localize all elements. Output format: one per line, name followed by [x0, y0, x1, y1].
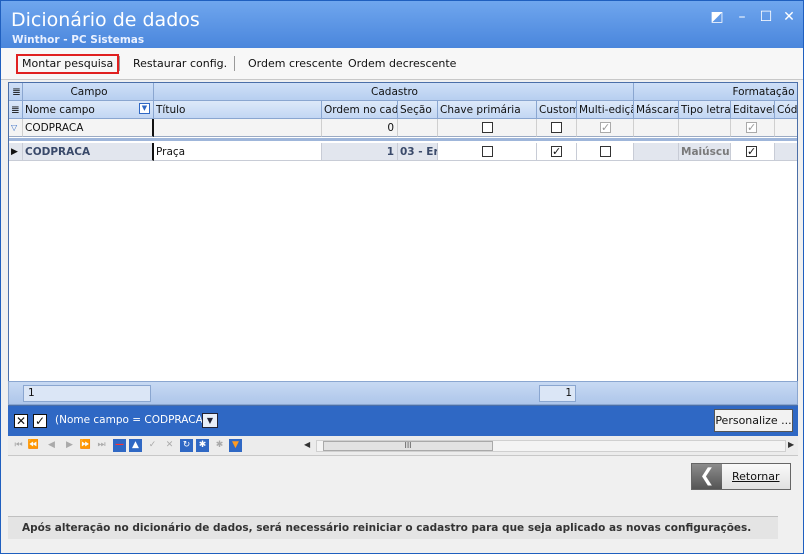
filter-funnel-icon[interactable]: ▼	[139, 103, 150, 114]
column-tipo-letra[interactable]: Tipo letra	[679, 101, 731, 119]
toolbar: Montar pesquisa Restaurar config. Ordem …	[1, 48, 803, 80]
bookmark-icon[interactable]: ✱	[196, 439, 209, 452]
retornar-button[interactable]: ❮ Retornar	[691, 463, 791, 490]
row-indicator-icon: ▶	[9, 143, 23, 161]
row-tipo-letra[interactable]: Maiúscu	[679, 143, 731, 161]
filter-custom[interactable]	[537, 119, 577, 137]
cancel-edit-icon[interactable]: ✕	[163, 439, 176, 452]
row-ordem[interactable]: 1	[322, 143, 398, 161]
filter-chave-primaria[interactable]	[438, 119, 537, 137]
column-multi-edicao[interactable]: Multi-ediçã	[577, 101, 634, 119]
montar-pesquisa-button[interactable]: Montar pesquisa	[16, 54, 120, 74]
status-message: Após alteração no dicionário de dados, s…	[8, 516, 778, 539]
prev-record-icon[interactable]: ◀	[45, 439, 58, 452]
filter-mascara[interactable]	[634, 119, 679, 137]
filter-cod[interactable]	[775, 119, 797, 137]
filter-chave-checkbox[interactable]	[482, 122, 493, 133]
row-cod[interactable]	[775, 143, 797, 161]
row-editavel[interactable]	[731, 143, 775, 161]
restore-icon[interactable]: ◩	[709, 9, 725, 25]
filter-row-icon: ▽	[9, 119, 23, 137]
filter-separator	[9, 138, 797, 141]
filter-ordem[interactable]: 0	[322, 119, 398, 137]
band-cadastro[interactable]: Cadastro	[154, 83, 634, 101]
row-editavel-checkbox[interactable]	[746, 143, 757, 160]
minimize-icon[interactable]: –	[734, 9, 750, 25]
column-custom[interactable]: Custom	[537, 101, 577, 119]
row-custom-checkbox[interactable]	[551, 143, 562, 160]
column-mascara[interactable]: Máscara	[634, 101, 679, 119]
maximize-icon[interactable]: ☐	[758, 9, 774, 25]
row-secao[interactable]: 03 - Er	[398, 143, 438, 161]
filter-tipo-letra[interactable]	[679, 119, 731, 137]
column-chave-primaria[interactable]: Chave primária	[438, 101, 537, 119]
row-chave-primaria[interactable]	[438, 143, 537, 161]
row-titulo[interactable]: Praça	[154, 143, 322, 161]
column-nome-campo[interactable]: Nome campo ▼	[23, 101, 154, 119]
footer-count-left: 1	[23, 385, 151, 402]
next-record-icon[interactable]: ▶	[63, 439, 76, 452]
filter-editavel[interactable]	[731, 119, 775, 137]
refresh-icon[interactable]: ↻	[180, 439, 193, 452]
next-page-icon[interactable]: ⏩	[79, 439, 92, 452]
filter-dropdown-icon[interactable]: ▼	[202, 413, 218, 428]
filter-nome-campo[interactable]: CODPRACA	[23, 119, 154, 137]
column-secao[interactable]: Seção	[398, 101, 438, 119]
scroll-left-icon[interactable]: ◀	[304, 440, 314, 452]
column-cod[interactable]: Cód	[775, 101, 797, 119]
title-bar[interactable]: Dicionário de dados Winthor - PC Sistema…	[1, 1, 803, 48]
last-page-icon[interactable]: ⏭	[95, 439, 108, 452]
footer-count-right: 1	[539, 385, 576, 402]
row-chave-checkbox[interactable]	[482, 146, 493, 157]
column-ordem[interactable]: Ordem no cada	[322, 101, 398, 119]
window-title: Dicionário de dados	[11, 9, 200, 31]
clear-filter-icon[interactable]: ✕	[14, 414, 28, 428]
ordem-crescente-button[interactable]: Ordem crescente	[244, 54, 347, 74]
post-edit-icon[interactable]: ✓	[146, 439, 159, 452]
restaurar-config-button[interactable]: Restaurar config.	[129, 54, 231, 74]
filter-expression[interactable]: (Nome campo = CODPRACA)	[55, 414, 207, 426]
ordem-decrescente-button[interactable]: Ordem decrescente	[344, 54, 460, 74]
dictionary-window: Dicionário de dados Winthor - PC Sistema…	[0, 0, 804, 554]
first-page-icon[interactable]: ⏮	[12, 439, 25, 452]
band-formatacao[interactable]: Formatação	[634, 83, 797, 101]
filter-active-checkbox[interactable]: ✓	[33, 414, 47, 428]
personalize-button[interactable]: Personalize ...	[714, 409, 793, 432]
row-nome-campo[interactable]: CODPRACA	[23, 143, 154, 161]
filter-titulo[interactable]	[154, 119, 322, 137]
column-nome-campo-label: Nome campo	[25, 104, 95, 116]
horizontal-scrollbar[interactable]: III	[316, 440, 786, 452]
filter-bar: ✕ ✓ (Nome campo = CODPRACA) ▼ Personaliz…	[8, 406, 798, 436]
delete-record-icon[interactable]: —	[113, 439, 126, 452]
filter-secao[interactable]	[398, 119, 438, 137]
filter-custom-checkbox[interactable]	[551, 122, 562, 133]
row-mascara[interactable]	[634, 143, 679, 161]
prev-page-icon[interactable]: ⏪	[27, 439, 40, 452]
window-subtitle: Winthor - PC Sistemas	[12, 34, 145, 46]
column-menu-icon[interactable]: ≣	[9, 101, 23, 119]
toolbar-separator	[119, 56, 120, 71]
retornar-label: Retornar	[732, 470, 780, 483]
close-icon[interactable]: ✕	[781, 9, 797, 25]
filter-icon[interactable]: ▼	[229, 439, 242, 452]
filter-multi-edicao[interactable]	[577, 119, 634, 137]
column-titulo[interactable]: Título	[154, 101, 322, 119]
filter-editavel-checkbox[interactable]	[746, 119, 757, 136]
band-menu-icon[interactable]: ≣	[9, 83, 23, 101]
dictionary-grid: ≣ Campo Cadastro Formatação ≣ Nome campo…	[8, 82, 798, 406]
scroll-thumb[interactable]: III	[323, 441, 493, 451]
column-editavel[interactable]: Editavel	[731, 101, 775, 119]
row-custom[interactable]	[537, 143, 577, 161]
goto-bookmark-icon[interactable]: ✱	[213, 439, 226, 452]
grid-footer: 1 1	[8, 381, 798, 405]
row-multi-edicao[interactable]	[577, 143, 634, 161]
row-multi-checkbox[interactable]	[600, 146, 611, 157]
back-arrow-icon: ❮	[692, 464, 722, 489]
scroll-right-icon[interactable]: ▶	[788, 440, 798, 452]
band-campo[interactable]: Campo	[23, 83, 154, 101]
toolbar-separator	[234, 56, 235, 71]
navigator-bar: ⏮ ⏪ ◀ ▶ ⏩ ⏭ — ▲ ✓ ✕ ↻ ✱ ✱ ▼ ◀ III ▶	[8, 436, 798, 456]
edit-record-icon[interactable]: ▲	[129, 439, 142, 452]
filter-multi-checkbox[interactable]	[600, 119, 611, 136]
